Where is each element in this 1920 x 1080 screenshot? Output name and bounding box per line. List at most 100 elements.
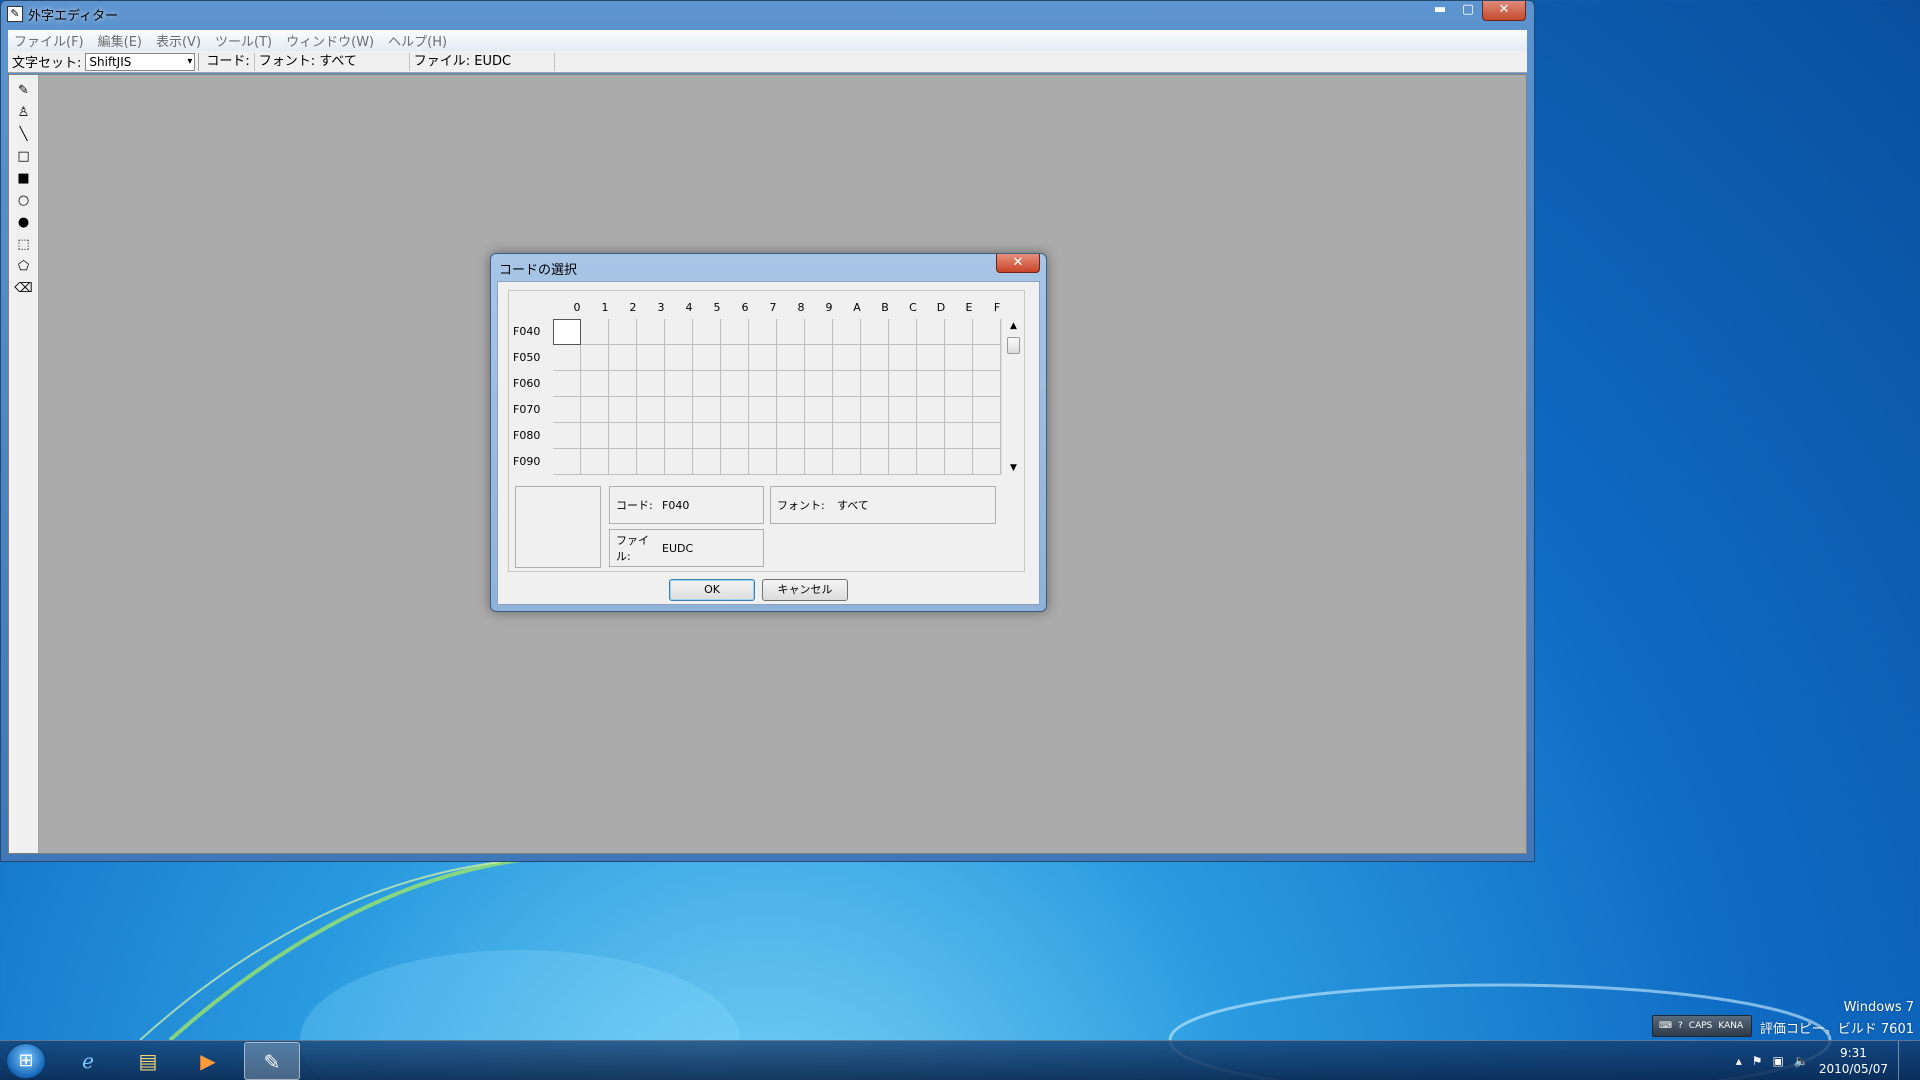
- code-cell[interactable]: [693, 319, 721, 345]
- code-cell[interactable]: [609, 423, 637, 449]
- brush-icon[interactable]: ♙: [14, 103, 34, 123]
- code-cell[interactable]: [749, 449, 777, 475]
- code-cell[interactable]: [805, 319, 833, 345]
- ok-button[interactable]: OK: [669, 579, 755, 601]
- code-cell[interactable]: [805, 345, 833, 371]
- code-cell[interactable]: [665, 423, 693, 449]
- code-cell[interactable]: [693, 423, 721, 449]
- pencil-icon[interactable]: ✎: [14, 81, 34, 101]
- scroll-thumb[interactable]: [1007, 337, 1020, 354]
- code-cell[interactable]: [861, 397, 889, 423]
- code-cell[interactable]: [861, 423, 889, 449]
- code-cell[interactable]: [973, 345, 1001, 371]
- code-cell[interactable]: [553, 423, 581, 449]
- code-cell[interactable]: [581, 449, 609, 475]
- code-cell[interactable]: [721, 423, 749, 449]
- code-cell[interactable]: [553, 449, 581, 475]
- code-cell[interactable]: [721, 371, 749, 397]
- code-cell[interactable]: [777, 319, 805, 345]
- code-cell[interactable]: [805, 397, 833, 423]
- line-icon[interactable]: ╲: [14, 125, 34, 145]
- code-cell[interactable]: [721, 319, 749, 345]
- code-cell[interactable]: [693, 371, 721, 397]
- code-cell[interactable]: [861, 371, 889, 397]
- code-cell[interactable]: [749, 371, 777, 397]
- code-cell[interactable]: [749, 345, 777, 371]
- code-cell[interactable]: [693, 345, 721, 371]
- code-cell[interactable]: [973, 449, 1001, 475]
- code-cell[interactable]: [777, 449, 805, 475]
- code-cell[interactable]: [721, 449, 749, 475]
- code-cell[interactable]: [889, 423, 917, 449]
- keyboard-icon[interactable]: ⌨: [1659, 1021, 1672, 1031]
- title-bar[interactable]: ✎ 外字エディター: [1, 1, 1534, 27]
- menu-tools[interactable]: ツール(T): [215, 31, 272, 50]
- code-cell[interactable]: [609, 345, 637, 371]
- code-cell[interactable]: [665, 449, 693, 475]
- code-cell[interactable]: [553, 345, 581, 371]
- code-cell[interactable]: [833, 345, 861, 371]
- code-cell[interactable]: [973, 319, 1001, 345]
- code-cell[interactable]: [861, 449, 889, 475]
- code-cell[interactable]: [777, 423, 805, 449]
- code-cell[interactable]: [749, 319, 777, 345]
- rectangle-outline-icon[interactable]: □: [14, 147, 34, 167]
- grid-scrollbar[interactable]: ▲ ▼: [1005, 319, 1022, 475]
- rect-select-icon[interactable]: ⬚: [14, 235, 34, 255]
- rectangle-filled-icon[interactable]: ■: [14, 169, 34, 189]
- code-cell[interactable]: [917, 397, 945, 423]
- code-cell[interactable]: [889, 319, 917, 345]
- close-button[interactable]: ✕: [1482, 1, 1526, 21]
- code-cell[interactable]: [693, 397, 721, 423]
- code-cell[interactable]: [833, 449, 861, 475]
- code-cell[interactable]: [917, 449, 945, 475]
- code-cell[interactable]: [637, 423, 665, 449]
- code-cell[interactable]: [637, 371, 665, 397]
- internet-explorer-icon[interactable]: ℯ: [60, 1042, 116, 1080]
- ime-language-bar[interactable]: ⌨ ? CAPS KANA: [1652, 1015, 1752, 1037]
- code-cell[interactable]: [609, 371, 637, 397]
- code-cell[interactable]: [833, 397, 861, 423]
- code-cell[interactable]: [917, 345, 945, 371]
- code-cell[interactable]: [805, 371, 833, 397]
- code-cell[interactable]: [665, 319, 693, 345]
- code-cell[interactable]: [861, 319, 889, 345]
- eraser-icon[interactable]: ⌫: [14, 279, 34, 299]
- menu-window[interactable]: ウィンドウ(W): [286, 31, 374, 50]
- freeform-select-icon[interactable]: ⬠: [14, 257, 34, 277]
- cancel-button[interactable]: キャンセル: [762, 579, 848, 601]
- code-cell[interactable]: [917, 423, 945, 449]
- code-cell[interactable]: [917, 319, 945, 345]
- code-cell[interactable]: [945, 397, 973, 423]
- menu-edit[interactable]: 編集(E): [98, 31, 142, 50]
- code-cell[interactable]: [945, 371, 973, 397]
- code-cell[interactable]: [609, 449, 637, 475]
- code-cell[interactable]: [805, 449, 833, 475]
- code-cell[interactable]: [637, 449, 665, 475]
- code-cell[interactable]: [945, 449, 973, 475]
- code-cell[interactable]: [833, 319, 861, 345]
- code-cell[interactable]: [721, 345, 749, 371]
- code-cell[interactable]: [889, 449, 917, 475]
- code-cell[interactable]: [581, 371, 609, 397]
- action-center-flag-icon[interactable]: ⚑: [1752, 1054, 1763, 1068]
- code-cell[interactable]: [777, 397, 805, 423]
- code-cell[interactable]: [833, 423, 861, 449]
- code-cell[interactable]: [777, 345, 805, 371]
- eudc-editor-taskbar-icon[interactable]: ✎: [244, 1042, 300, 1080]
- menu-help[interactable]: ヘルプ(H): [388, 31, 447, 50]
- scroll-down-icon[interactable]: ▼: [1005, 461, 1022, 475]
- code-cell[interactable]: [581, 397, 609, 423]
- code-cell[interactable]: [581, 345, 609, 371]
- code-cell[interactable]: [973, 423, 1001, 449]
- code-cell[interactable]: [945, 423, 973, 449]
- code-cell[interactable]: [553, 371, 581, 397]
- code-cell[interactable]: [581, 319, 609, 345]
- code-cell[interactable]: [749, 397, 777, 423]
- code-cell[interactable]: [973, 397, 1001, 423]
- code-cell[interactable]: [665, 345, 693, 371]
- code-cell[interactable]: [637, 397, 665, 423]
- code-cell[interactable]: [693, 449, 721, 475]
- code-cell[interactable]: [721, 397, 749, 423]
- code-cell[interactable]: [917, 371, 945, 397]
